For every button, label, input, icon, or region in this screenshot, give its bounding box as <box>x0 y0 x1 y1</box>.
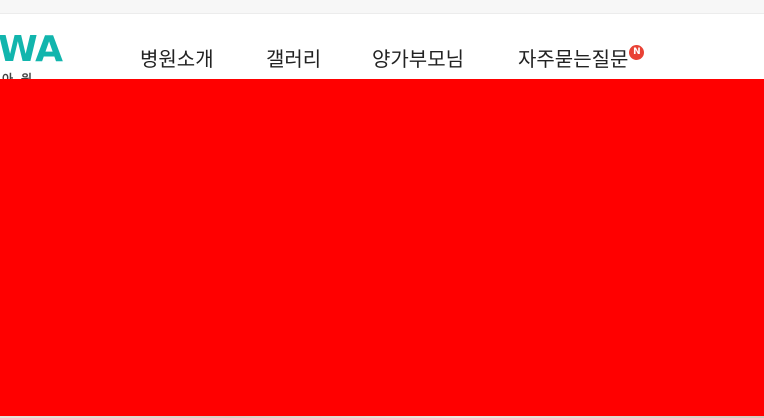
nav-item-faq[interactable]: 자주묻는질문 N <box>518 44 645 74</box>
nav-item-label: 자주묻는질문 <box>518 47 629 71</box>
site-header: WA 아원 병원소개 갤러리 양가부모님 자주묻는질문 N <box>0 14 764 88</box>
nav-item-label: 양가부모님 <box>372 47 464 71</box>
new-badge: N <box>629 45 645 60</box>
nav-item-hospital-intro[interactable]: 병원소개 <box>140 44 214 74</box>
nav-item-parents[interactable]: 양가부모님 <box>372 44 464 74</box>
nav-item-gallery[interactable]: 갤러리 <box>266 44 322 88</box>
hero-banner <box>0 79 764 416</box>
nav-item-label: 병원소개 <box>140 47 214 71</box>
top-strip <box>0 0 764 14</box>
main-nav: 병원소개 갤러리 양가부모님 자주묻는질문 N <box>0 14 764 88</box>
nav-item-label: 갤러리 <box>266 47 322 71</box>
